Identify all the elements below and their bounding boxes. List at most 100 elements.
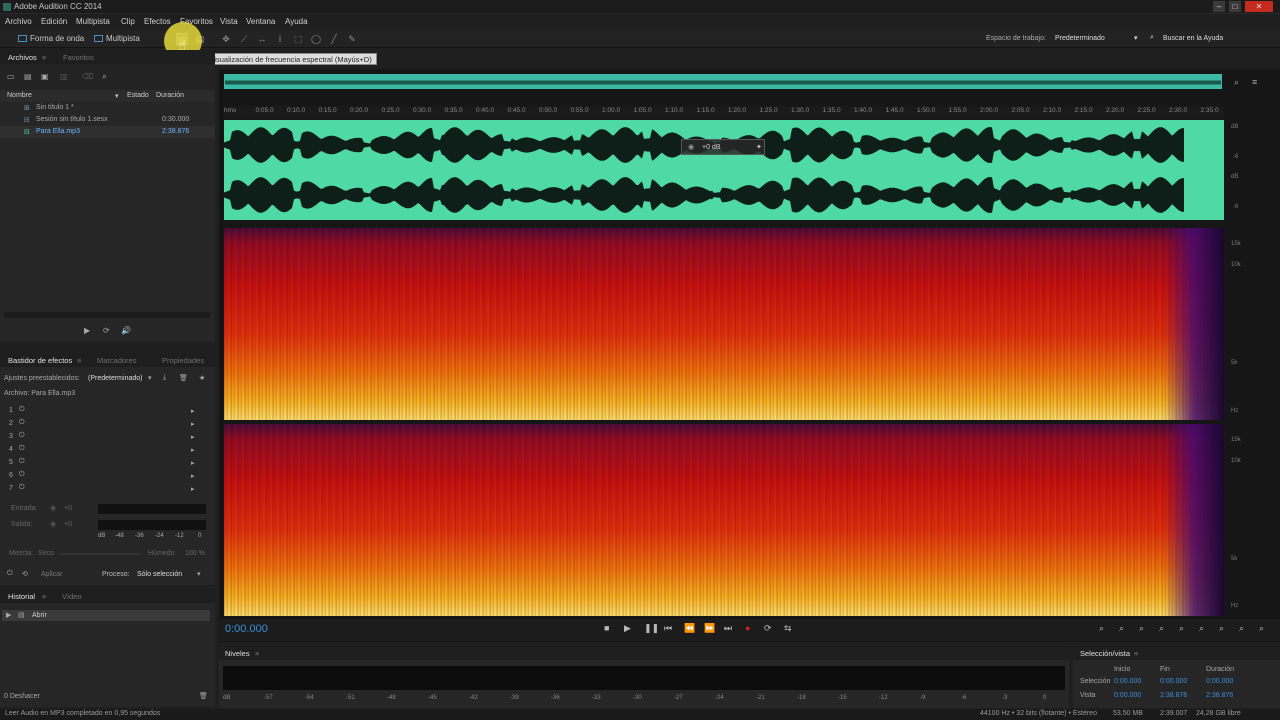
menu-vista[interactable]: Vista [220, 17, 238, 26]
menu-multipista[interactable]: Multipista [76, 17, 110, 26]
waveform-view-button[interactable]: Forma de onda [16, 32, 84, 46]
view-end[interactable]: 2:38.876 [1160, 692, 1187, 699]
lasso-tool-icon[interactable]: ◯ [310, 33, 322, 45]
effect-slot[interactable]: 2 ⏻ ▸ [0, 418, 200, 430]
selection-start[interactable]: 0:00.000 [1114, 678, 1141, 685]
chevron-right-icon[interactable]: ▸ [191, 407, 195, 415]
zoom-out-time-icon[interactable]: ⌕ [1159, 623, 1164, 634]
delete-preset-icon[interactable]: 🗑 [179, 374, 188, 382]
selection-end[interactable]: 0:00.000 [1160, 678, 1187, 685]
hud-volume-control[interactable]: ◉ +0 dB ✦ [681, 139, 765, 155]
power-icon[interactable]: ⏻ [19, 458, 25, 466]
import-icon[interactable]: ▤ [24, 72, 32, 81]
list-item[interactable]: ▶ ▤ Abrir [2, 610, 210, 621]
output-gain[interactable]: +0 [64, 521, 72, 528]
chevron-right-icon[interactable]: ▸ [191, 433, 195, 441]
razor-tool-icon[interactable]: ⟋ [238, 33, 250, 45]
tab-marcadores[interactable]: Marcadores [97, 356, 137, 365]
workspace-select[interactable]: Predeterminado [1055, 35, 1105, 42]
effect-slot[interactable]: 6 ⏻ ▸ [0, 470, 200, 482]
output-knob-icon[interactable]: ◉ [50, 520, 56, 528]
zoom-in-amplitude-icon[interactable]: ⌕ [1099, 623, 1104, 634]
power-icon[interactable]: ⏻ [19, 445, 25, 453]
brush-tool-icon[interactable]: ╱ [328, 33, 340, 45]
timecode-display[interactable]: 0:00.000 [225, 623, 268, 635]
effect-slot[interactable]: 5 ⏻ ▸ [0, 457, 200, 469]
effect-slot[interactable]: 3 ⏻ ▸ [0, 431, 200, 443]
chevron-right-icon[interactable]: ▸ [191, 472, 195, 480]
favorite-star-icon[interactable]: ★ [199, 374, 205, 382]
trash-icon[interactable]: 🗑 [199, 692, 208, 700]
chevron-right-icon[interactable]: ▸ [191, 446, 195, 454]
maximize-button[interactable]: □ [1229, 1, 1241, 12]
zoom-in-time-icon[interactable]: ⌕ [1139, 623, 1144, 634]
record-button[interactable]: ● [745, 623, 750, 633]
skip-button[interactable]: ⇆ [784, 623, 792, 634]
close-button[interactable]: ✕ [1245, 1, 1273, 12]
pause-button[interactable]: ❚❚ [644, 623, 659, 634]
column-duracion[interactable]: Duración [156, 92, 184, 99]
zoom-icon[interactable]: ⌕ [1234, 77, 1239, 88]
open-file-icon[interactable]: ▭ [7, 72, 15, 81]
pin-icon[interactable]: ✦ [756, 143, 762, 151]
column-estado[interactable]: Estado [127, 92, 149, 99]
play-button[interactable]: ▶ [624, 623, 631, 634]
stop-button[interactable]: ■ [604, 623, 609, 633]
tab-niveles[interactable]: Niveles [225, 649, 250, 658]
loop-button[interactable]: ⟳ [764, 623, 772, 634]
zoom-selection-right-icon[interactable]: ⌕ [1259, 623, 1264, 634]
menu-efectos[interactable]: Efectos [144, 17, 171, 26]
time-ruler[interactable]: hms 0:05.0 0:10.0 0:15.0 0:20.0 0:25.0 0:30.0 0… [224, 106, 1224, 118]
volume-knob-icon[interactable]: ◉ [688, 143, 694, 151]
panel-menu-icon[interactable]: ≡ [42, 592, 46, 601]
menu-ayuda[interactable]: Ayuda [285, 17, 308, 26]
spot-healing-tool-icon[interactable]: ✎ [346, 33, 358, 45]
list-item[interactable]: ⊟ Para Ella.mp3 2:38.876 [0, 126, 215, 138]
tab-bastidor[interactable]: Bastidor de efectos [8, 356, 72, 365]
panel-menu-icon[interactable]: ≡ [77, 356, 81, 365]
go-to-start-button[interactable]: ⏮ [664, 623, 672, 634]
zoom-in-point-icon[interactable]: ⌕ [1199, 623, 1204, 634]
zoom-out-amplitude-icon[interactable]: ⌕ [1119, 623, 1124, 634]
waveform-display[interactable] [224, 120, 1224, 220]
chevron-right-icon[interactable]: ▸ [191, 485, 195, 493]
minimize-button[interactable]: – [1213, 1, 1225, 12]
power-icon[interactable]: ⏻ [19, 471, 25, 479]
apply-button[interactable]: Aplicar [41, 571, 62, 578]
power-icon[interactable]: ⏻ [19, 484, 25, 492]
editor-menu-icon[interactable]: ≡ [1252, 77, 1257, 87]
chevron-right-icon[interactable]: ▸ [191, 420, 195, 428]
effect-slot[interactable]: 4 ⏻ ▸ [0, 444, 200, 456]
panel-menu-icon[interactable]: ≡ [42, 53, 46, 62]
marquee-tool-icon[interactable]: ⬚ [292, 33, 304, 45]
mix-slider[interactable] [60, 553, 140, 555]
zoom-out-full-icon[interactable]: ⌕ [1179, 623, 1184, 634]
presets-select[interactable]: (Predeterminado) [88, 375, 142, 382]
process-select[interactable]: Sólo selección [137, 571, 182, 578]
view-duration[interactable]: 2:38.876 [1206, 692, 1233, 699]
search-files-icon[interactable]: ⌕ [102, 71, 107, 82]
menu-ventana[interactable]: Ventana [246, 17, 275, 26]
play-preview-icon[interactable]: ▶ [84, 326, 90, 335]
panel-menu-icon[interactable]: ≡ [255, 649, 259, 658]
column-nombre[interactable]: Nombre [7, 92, 32, 99]
tab-seleccion-vista[interactable]: Selección/vista [1080, 649, 1130, 658]
chevron-right-icon[interactable]: ▸ [191, 459, 195, 467]
tab-historial[interactable]: Historial [8, 592, 35, 601]
delete-icon[interactable]: ⌫ [82, 72, 93, 81]
power-toggle-icon[interactable]: ⏻ [7, 570, 13, 578]
horizontal-scrollbar[interactable] [4, 312, 210, 318]
autoplay-icon[interactable]: 🔊 [121, 326, 131, 335]
sort-chevron-icon[interactable]: ▾ [115, 92, 119, 100]
mix-value[interactable]: 100 % [185, 550, 205, 557]
selection-duration[interactable]: 0:00.000 [1206, 678, 1233, 685]
chevron-down-icon[interactable]: ▾ [1134, 34, 1138, 42]
panel-menu-icon[interactable]: ≡ [1134, 649, 1138, 658]
effect-slot[interactable]: 7 ⏻ ▸ [0, 483, 200, 495]
power-icon[interactable]: ⏻ [19, 419, 25, 427]
zoom-in-selection-icon[interactable]: ⌕ [1219, 623, 1224, 634]
hud-value[interactable]: +0 dB [702, 144, 721, 151]
overview-navigator[interactable] [224, 74, 1222, 89]
go-to-end-button[interactable]: ⏭ [724, 623, 732, 634]
save-preset-icon[interactable]: ⤓ [163, 374, 166, 382]
